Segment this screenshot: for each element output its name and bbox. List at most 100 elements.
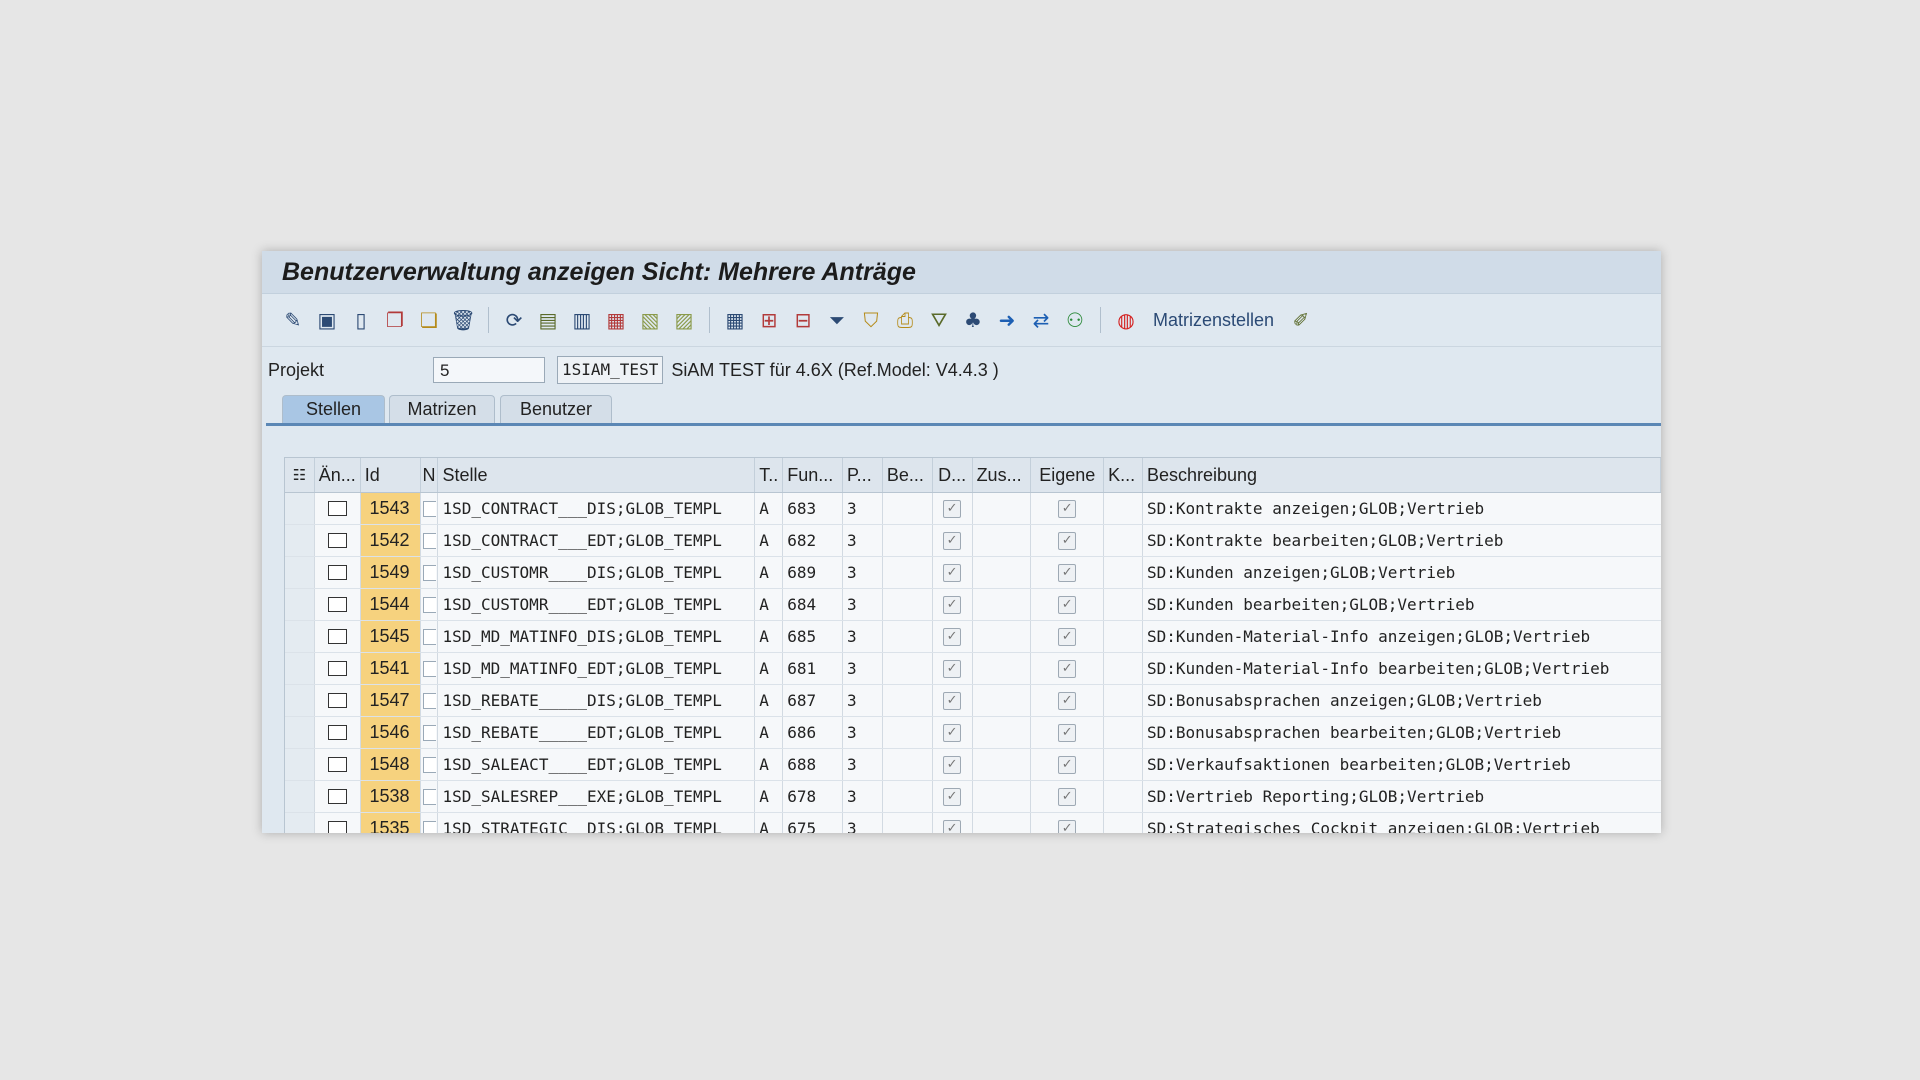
d-checkbox[interactable]: ✓ [933, 589, 973, 620]
column-header-stelle[interactable]: Stelle [438, 458, 756, 492]
row-selector[interactable] [285, 525, 315, 556]
change-checkbox[interactable] [315, 557, 361, 588]
table-row[interactable]: 1544 1SD_CUSTOMR____EDT;GLOB_TEMPL A 684… [285, 589, 1661, 621]
row-selector[interactable] [285, 781, 315, 812]
document-edit-icon[interactable]: ✐ [1289, 308, 1313, 332]
d-checkbox[interactable]: ✓ [933, 749, 973, 780]
refresh-icon[interactable]: ⟳ [502, 308, 526, 332]
change-checkbox[interactable] [315, 717, 361, 748]
d-checkbox[interactable]: ✓ [933, 717, 973, 748]
d-checkbox[interactable]: ✓ [933, 557, 973, 588]
change-checkbox[interactable] [315, 781, 361, 812]
table-row[interactable]: 1541 1SD_MD_MATINFO_EDT;GLOB_TEMPL A 681… [285, 653, 1661, 685]
column-header-eigene[interactable]: Eigene [1031, 458, 1105, 492]
row-selector[interactable] [285, 557, 315, 588]
copy-icon[interactable]: ❐ [383, 308, 407, 332]
table-row[interactable]: 1538 1SD_SALESREP___EXE;GLOB_TEMPL A 678… [285, 781, 1661, 813]
transfer-icon[interactable]: ▨ [672, 308, 696, 332]
eigene-checkbox[interactable]: ✓ [1031, 749, 1105, 780]
import-icon[interactable]: ▦ [604, 308, 628, 332]
help-lifebuoy-icon[interactable]: ◍ [1114, 308, 1138, 332]
tab-matrizen[interactable]: Matrizen [389, 395, 495, 423]
eigene-checkbox[interactable]: ✓ [1031, 557, 1105, 588]
row-selector[interactable] [285, 717, 315, 748]
beschreibung-cell: SD:Strategisches Cockpit anzeigen;GLOB;V… [1146, 819, 1600, 833]
copy-multiple-icon[interactable]: ❏ [417, 308, 441, 332]
users-group-icon[interactable]: ⚇ [1063, 308, 1087, 332]
table-grid-icon[interactable]: ▦ [723, 308, 747, 332]
edit-pencil-icon[interactable]: ✎ [281, 308, 305, 332]
tab-stellen[interactable]: Stellen [282, 395, 385, 423]
tab-benutzer[interactable]: Benutzer [500, 395, 612, 423]
d-checkbox[interactable]: ✓ [933, 781, 973, 812]
row-selector[interactable] [285, 749, 315, 780]
eigene-checkbox[interactable]: ✓ [1031, 813, 1105, 833]
eigene-checkbox[interactable]: ✓ [1031, 589, 1105, 620]
column-header-fun[interactable]: Fun... [783, 458, 843, 492]
column-header-p[interactable]: P... [843, 458, 883, 492]
column-header-zus[interactable]: Zus... [973, 458, 1032, 492]
arrows-move-icon[interactable]: ⇄ [1029, 308, 1053, 332]
eigene-checkbox[interactable]: ✓ [1031, 685, 1105, 716]
change-checkbox[interactable] [315, 749, 361, 780]
change-checkbox[interactable] [315, 813, 361, 833]
column-header-t[interactable]: T.. [755, 458, 784, 492]
row-selector[interactable] [285, 589, 315, 620]
eigene-checkbox[interactable]: ✓ [1031, 621, 1105, 652]
insert-row-icon[interactable]: ⊞ [757, 308, 781, 332]
matrizenstellen-button[interactable]: Matrizenstellen [1153, 310, 1274, 331]
d-checkbox[interactable]: ✓ [933, 493, 973, 524]
column-header-k[interactable]: K... [1104, 458, 1143, 492]
save-icon[interactable]: ▣ [315, 308, 339, 332]
d-checkbox[interactable]: ✓ [933, 525, 973, 556]
filter-settings-icon[interactable]: ⛉ [859, 308, 883, 332]
change-checkbox[interactable] [315, 621, 361, 652]
delete-row-icon[interactable]: ⊟ [791, 308, 815, 332]
export-icon[interactable]: ▧ [638, 308, 662, 332]
column-header-an[interactable]: Än... [315, 458, 361, 492]
select-all-icon[interactable]: ☷ [285, 458, 315, 492]
table-row[interactable]: 1543 1SD_CONTRACT___DIS;GLOB_TEMPL A 683… [285, 493, 1661, 525]
column-header-id[interactable]: Id [361, 458, 421, 492]
row-selector[interactable] [285, 653, 315, 684]
change-checkbox[interactable] [315, 653, 361, 684]
table-row[interactable]: 1535 1SD_STRATEGIC__DIS;GLOB_TEMPL A 675… [285, 813, 1661, 833]
table-row[interactable]: 1549 1SD_CUSTOMR____DIS;GLOB_TEMPL A 689… [285, 557, 1661, 589]
d-checkbox[interactable]: ✓ [933, 653, 973, 684]
change-checkbox[interactable] [315, 589, 361, 620]
change-checkbox[interactable] [315, 493, 361, 524]
delete-trash-icon[interactable]: 🗑 [450, 308, 475, 332]
eigene-checkbox[interactable]: ✓ [1031, 717, 1105, 748]
eigene-checkbox[interactable]: ✓ [1031, 525, 1105, 556]
print-icon[interactable]: ⎙ [893, 308, 917, 332]
d-checkbox[interactable]: ✓ [933, 685, 973, 716]
column-header-be[interactable]: Be... [883, 458, 933, 492]
new-document-icon[interactable]: ▯ [349, 308, 373, 332]
hierarchy-icon[interactable]: ♣ [961, 308, 985, 332]
arrow-right-icon[interactable]: ➜ [995, 308, 1019, 332]
table-row[interactable]: 1546 1SD_REBATE_____EDT;GLOB_TEMPL A 686… [285, 717, 1661, 749]
table-row[interactable]: 1548 1SD_SALEACT____EDT;GLOB_TEMPL A 688… [285, 749, 1661, 781]
list-details-icon[interactable]: ▥ [570, 308, 594, 332]
row-selector[interactable] [285, 685, 315, 716]
project-number-field[interactable]: 5 [433, 357, 545, 383]
table-row[interactable]: 1542 1SD_CONTRACT___EDT;GLOB_TEMPL A 682… [285, 525, 1661, 557]
row-selector[interactable] [285, 621, 315, 652]
eigene-checkbox[interactable]: ✓ [1031, 653, 1105, 684]
column-header-n[interactable]: N [421, 458, 439, 492]
filter-clear-icon[interactable]: ⛛ [927, 308, 951, 332]
d-checkbox[interactable]: ✓ [933, 621, 973, 652]
eigene-checkbox[interactable]: ✓ [1031, 493, 1105, 524]
column-header-beschreibung[interactable]: Beschreibung [1143, 458, 1661, 492]
column-header-d[interactable]: D... [933, 458, 973, 492]
filter-icon[interactable]: ⏷ [825, 308, 849, 332]
details-icon[interactable]: ▤ [536, 308, 560, 332]
eigene-checkbox[interactable]: ✓ [1031, 781, 1105, 812]
change-checkbox[interactable] [315, 685, 361, 716]
table-row[interactable]: 1547 1SD_REBATE_____DIS;GLOB_TEMPL A 687… [285, 685, 1661, 717]
change-checkbox[interactable] [315, 525, 361, 556]
row-selector[interactable] [285, 813, 315, 833]
table-row[interactable]: 1545 1SD_MD_MATINFO_DIS;GLOB_TEMPL A 685… [285, 621, 1661, 653]
row-selector[interactable] [285, 493, 315, 524]
d-checkbox[interactable]: ✓ [933, 813, 973, 833]
